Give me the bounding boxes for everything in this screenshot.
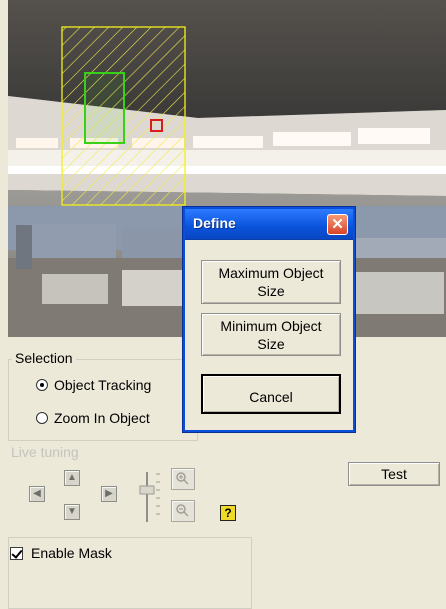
- arrow-down-icon[interactable]: ▼: [64, 504, 80, 520]
- close-icon[interactable]: ✕: [327, 214, 348, 235]
- selection-groupbox: [8, 359, 198, 441]
- slider-icon[interactable]: [136, 468, 162, 526]
- zoom-in-object-label: Zoom In Object: [54, 410, 150, 426]
- zoom-in-icon[interactable]: [171, 468, 195, 490]
- zoom-in-glyph: [176, 472, 189, 485]
- zoom-in-object-option[interactable]: Zoom In Object: [36, 410, 150, 426]
- zoom-in-object-radio[interactable]: [36, 412, 48, 424]
- zoom-out-icon[interactable]: [171, 500, 195, 522]
- dialog-titlebar[interactable]: Define ✕: [185, 209, 353, 240]
- help-icon[interactable]: ?: [220, 505, 236, 521]
- test-button[interactable]: Test: [348, 462, 440, 486]
- selection-label: Selection: [12, 351, 76, 365]
- define-dialog: Define ✕ Maximum Object Size Minimum Obj…: [183, 207, 355, 432]
- live-tuning-label: Live tuning: [8, 445, 82, 459]
- enable-mask-option[interactable]: Enable Mask: [10, 545, 112, 561]
- arrow-left-icon[interactable]: ◀: [29, 486, 45, 502]
- dialog-title: Define: [193, 215, 236, 231]
- enable-mask-checkbox[interactable]: [10, 546, 23, 560]
- cancel-button[interactable]: Cancel: [201, 374, 341, 414]
- zoom-out-glyph: [176, 504, 189, 517]
- object-tracking-radio[interactable]: [36, 379, 48, 391]
- enable-mask-label: Enable Mask: [31, 545, 112, 561]
- minimum-object-size-button[interactable]: Minimum Object Size: [201, 313, 341, 356]
- object-tracking-option[interactable]: Object Tracking: [36, 377, 151, 393]
- maximum-object-size-button[interactable]: Maximum Object Size: [201, 260, 341, 304]
- arrow-right-icon[interactable]: ▶: [101, 486, 117, 502]
- arrow-up-icon[interactable]: ▲: [64, 470, 80, 486]
- object-tracking-label: Object Tracking: [54, 377, 152, 393]
